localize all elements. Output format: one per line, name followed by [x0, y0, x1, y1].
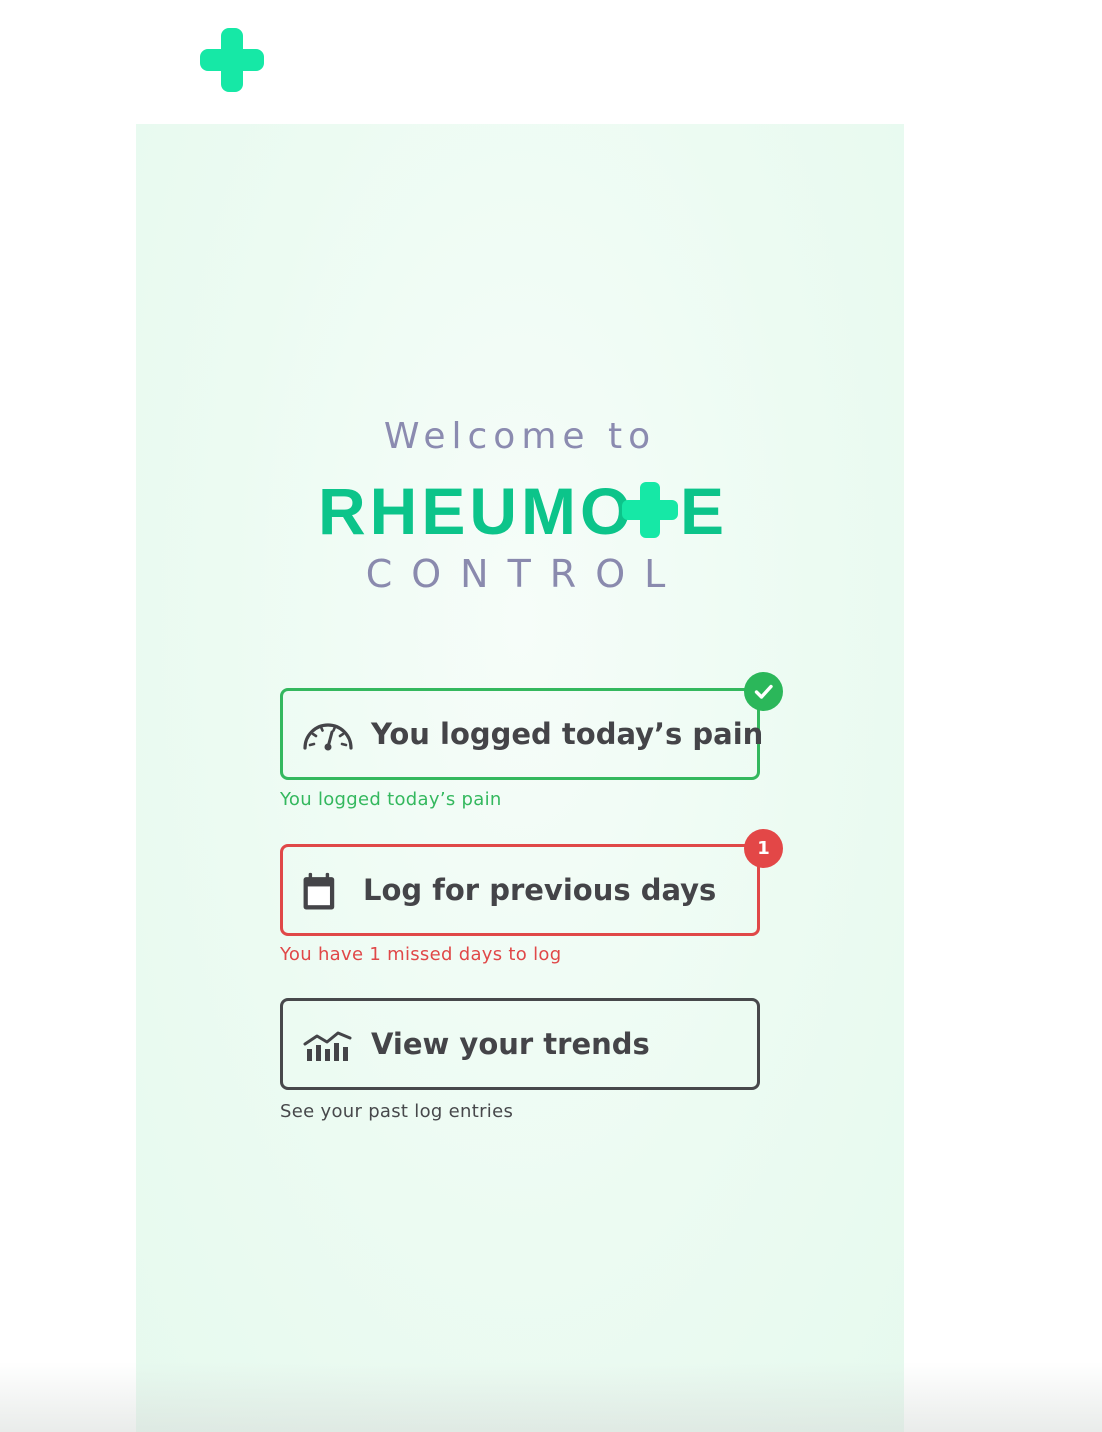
view-trends-label: View your trends [371, 1027, 650, 1061]
plus-cross-icon[interactable] [200, 28, 264, 92]
home-panel: Welcome to RHEUMO E CONTROL You logged t… [136, 124, 904, 1432]
welcome-heading: Welcome to [383, 416, 657, 457]
checkmark-icon [754, 684, 773, 699]
bar-chart-trend-icon [303, 1031, 352, 1061]
log-today-pain-button[interactable]: You logged today’s pain [280, 688, 764, 780]
brand-wordmark-left: RHEUMO [318, 474, 636, 548]
missed-days-badge: 1 [744, 829, 783, 868]
app-page: Welcome to RHEUMO E CONTROL You logged t… [0, 0, 1102, 1432]
log-previous-days-button[interactable]: Log for previous days [280, 844, 760, 936]
missed-days-caption: You have 1 missed days to log [280, 944, 562, 965]
brand-logo: RHEUMO E [318, 476, 728, 546]
log-previous-days-label: Log for previous days [363, 873, 717, 907]
log-today-pain-caption: You logged today’s pain [280, 789, 502, 810]
calendar-icon [303, 872, 335, 910]
view-trends-button[interactable]: View your trends [280, 998, 760, 1090]
view-trends-caption: See your past log entries [280, 1101, 514, 1122]
brand-plus-icon [622, 482, 678, 538]
brand-wordmark-right: E [680, 474, 729, 548]
brand-subtitle: CONTROL [365, 552, 685, 596]
speedometer-icon [303, 723, 353, 751]
completed-badge [744, 672, 783, 711]
log-today-pain-label: You logged today’s pain [371, 717, 764, 751]
